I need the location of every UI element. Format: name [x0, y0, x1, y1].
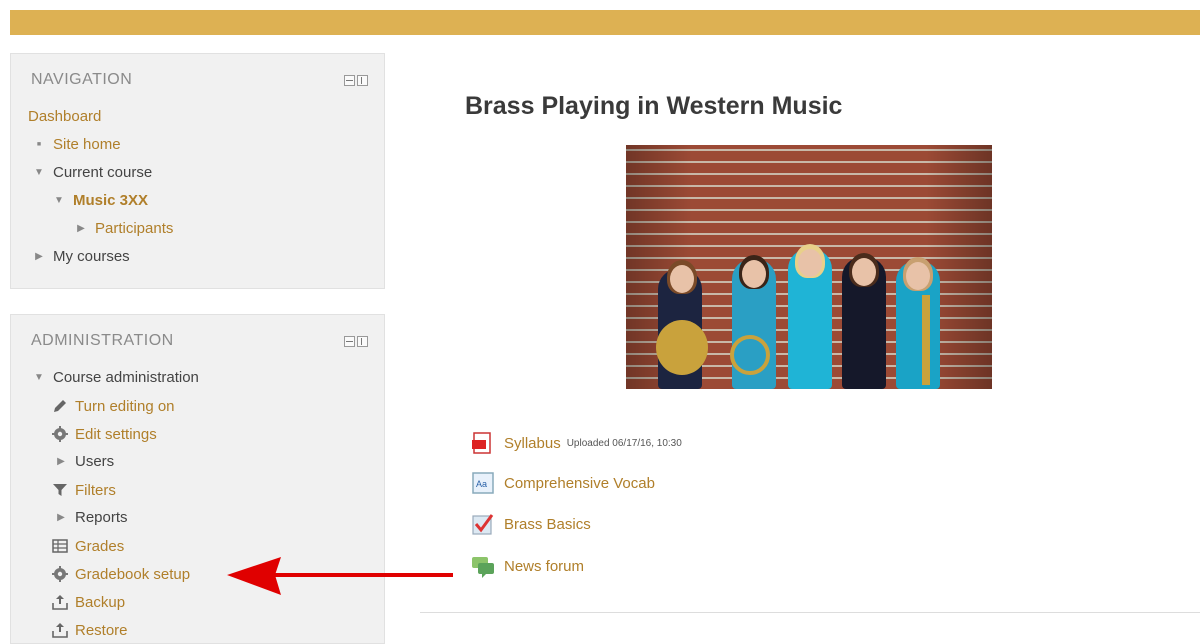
- gear-icon: [52, 566, 68, 582]
- navigation-title: NAVIGATION: [31, 71, 133, 88]
- course-name-label: Music 3XX: [73, 192, 149, 209]
- musician-head: [906, 262, 930, 290]
- admin-item-label: Users: [75, 453, 115, 470]
- nav-item-course[interactable]: ▼ Music 3XX: [51, 192, 148, 209]
- admin-item-label: Grades: [75, 537, 125, 555]
- admin-item-reports[interactable]: ▶ Reports: [53, 509, 128, 526]
- activity-brass-basics[interactable]: Brass Basics: [470, 511, 591, 537]
- block-controls: [344, 75, 368, 86]
- filter-icon: [53, 484, 67, 496]
- activity-name[interactable]: News forum: [504, 558, 584, 575]
- admin-item-backup[interactable]: Backup: [51, 593, 125, 611]
- expand-arrow-icon: ▶: [35, 251, 43, 262]
- restore-icon: [52, 623, 68, 638]
- activity-name[interactable]: Brass Basics: [504, 516, 591, 533]
- admin-item-label: Gradebook setup: [75, 565, 191, 583]
- current-course-label: Current course: [53, 164, 153, 181]
- admin-item-filters[interactable]: Filters: [51, 481, 116, 499]
- admin-item-label: Reports: [75, 509, 128, 526]
- glossary-icon: Aa: [472, 472, 494, 494]
- collapse-arrow-icon: ▼: [34, 167, 44, 178]
- dock-icon[interactable]: [357, 75, 368, 86]
- my-courses-label: My courses: [53, 248, 130, 265]
- admin-item-label: Edit settings: [75, 425, 157, 443]
- course-title: Brass Playing in Western Music: [465, 92, 843, 120]
- participants-label: Participants: [95, 220, 174, 237]
- musician-head: [742, 260, 766, 288]
- admin-item-label: Turn editing on: [75, 397, 175, 415]
- musician-head: [670, 265, 694, 293]
- admin-item-grades[interactable]: Grades: [51, 537, 124, 555]
- admin-item-label: Backup: [75, 593, 126, 611]
- admin-item-turn-editing-on[interactable]: Turn editing on: [51, 397, 175, 415]
- grades-table-icon: [52, 539, 68, 553]
- nav-item-current-course[interactable]: ▼ Current course: [31, 164, 152, 181]
- admin-item-gradebook-setup[interactable]: Gradebook setup: [51, 565, 190, 583]
- gear-icon: [52, 426, 68, 442]
- course-administration[interactable]: ▼ Course administration: [31, 369, 199, 386]
- tuba-shape: [656, 320, 708, 375]
- bullet-icon: ■: [36, 141, 42, 148]
- activity-news-forum[interactable]: News forum: [470, 553, 584, 579]
- admin-item-users[interactable]: ▶ Users: [53, 453, 114, 470]
- site-home-label: Site home: [53, 136, 121, 153]
- pdf-icon: [472, 432, 491, 454]
- admin-item-restore[interactable]: Restore: [51, 621, 128, 639]
- musician-head: [798, 249, 822, 277]
- admin-item-label: Restore: [75, 621, 128, 639]
- musician-head: [852, 258, 876, 286]
- horn-shape: [730, 335, 770, 375]
- content-divider: [420, 612, 1200, 613]
- trombone-shape: [922, 295, 930, 385]
- dashboard-link[interactable]: Dashboard: [28, 108, 101, 125]
- expand-arrow-icon: ▶: [57, 512, 65, 523]
- course-administration-label: Course administration: [53, 369, 199, 386]
- expand-arrow-icon: ▶: [57, 456, 65, 467]
- nav-item-site-home[interactable]: ■ Site home: [31, 136, 121, 153]
- collapse-arrow-icon: ▼: [54, 195, 64, 206]
- forum-icon: [472, 557, 494, 578]
- nav-item-participants[interactable]: ▶ Participants: [73, 220, 173, 237]
- dock-icon[interactable]: [357, 336, 368, 347]
- expand-arrow-icon: ▶: [77, 223, 85, 234]
- minimize-icon[interactable]: [344, 336, 355, 347]
- activity-comprehensive-vocab[interactable]: Aa Comprehensive Vocab: [470, 470, 655, 496]
- admin-item-edit-settings[interactable]: Edit settings: [51, 425, 157, 443]
- quiz-icon: [472, 514, 494, 535]
- upload-icon: [52, 595, 68, 610]
- upload-note: Uploaded 06/17/16, 10:30: [566, 437, 682, 449]
- activity-name[interactable]: Comprehensive Vocab: [504, 475, 655, 492]
- block-controls: [344, 336, 368, 347]
- svg-text:Aa: Aa: [476, 479, 487, 489]
- collapse-arrow-icon: ▼: [34, 372, 44, 383]
- course-banner-image: [626, 145, 992, 389]
- navigation-block: NAVIGATION Dashboard ■ Site home ▼ Curre…: [10, 53, 385, 289]
- activity-syllabus[interactable]: Syllabus Uploaded 06/17/16, 10:30: [470, 430, 682, 456]
- activity-name[interactable]: Syllabus: [504, 435, 561, 452]
- minimize-icon[interactable]: [344, 75, 355, 86]
- header-bar: [10, 10, 1200, 35]
- pencil-icon: [54, 400, 66, 412]
- nav-item-my-courses[interactable]: ▶ My courses: [31, 248, 130, 265]
- annotation-arrow: [227, 557, 453, 595]
- admin-item-label: Filters: [75, 481, 116, 499]
- administration-title: ADMINISTRATION: [31, 332, 174, 349]
